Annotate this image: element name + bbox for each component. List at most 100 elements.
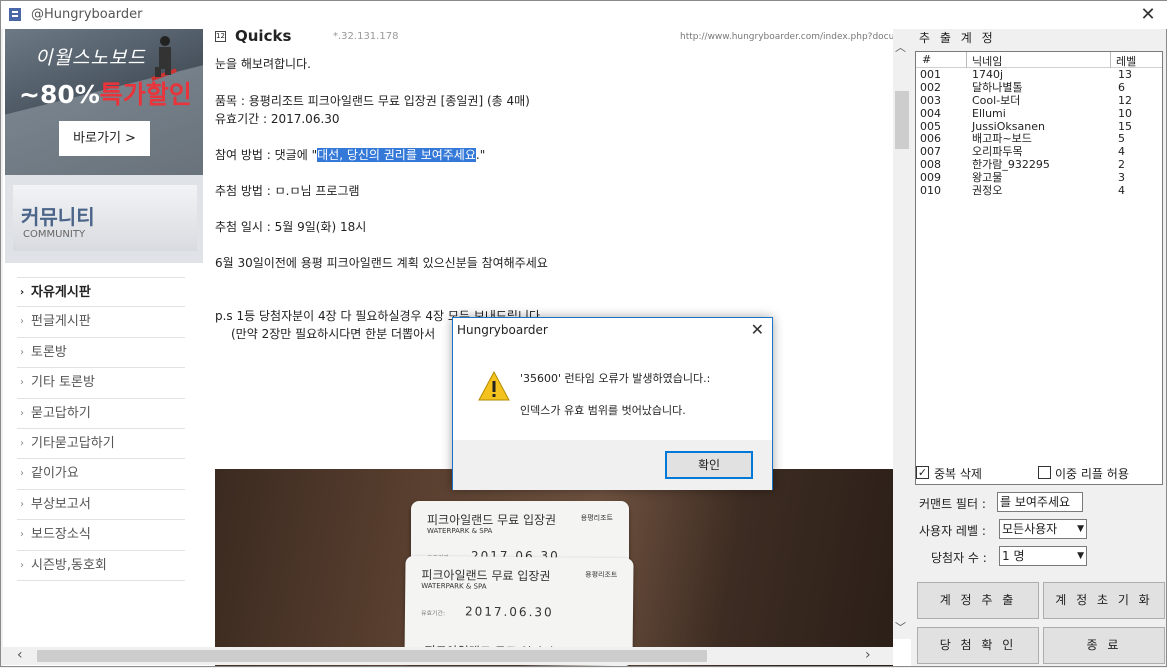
menu-item[interactable]: › 펀글게시판: [17, 307, 185, 338]
bullet-icon: ›: [20, 407, 24, 419]
menu-item[interactable]: › 자유게시판: [17, 277, 185, 308]
error-message: '35600' 런타임 오류가 발생하였습니다.:: [520, 372, 711, 385]
bullet-icon: ›: [20, 498, 24, 510]
board-menu: › 자유게시판 › 펀글게시판 › 토론방 › 기타 토론방 › 묻고답하기 › 기타묻고답…: [17, 277, 185, 581]
menu-item[interactable]: › 시즌방,동호회: [17, 551, 185, 581]
text-line: 품목 : 용평리조트 피크아일랜드 무료 입장권 [종일권] (총 4매): [215, 94, 530, 108]
scroll-right-icon[interactable]: ›: [865, 647, 871, 663]
text-line: (만약 2장만 필요하시다면 한분 더뽑아서: [231, 327, 436, 341]
browser-label: Quicks: [235, 29, 292, 45]
bullet-icon: ›: [20, 377, 24, 389]
banner-sale: 특가할인: [99, 80, 192, 109]
bullet-icon: ›: [20, 468, 24, 480]
list-rows: 001 1740j 13 002 달하나별톨 6 003 Cool-보더 12 004 Ell…: [916, 69, 1162, 198]
promo-banner[interactable]: 이월스노보드 ~80%특가할인 바로가기 >: [5, 29, 203, 175]
community-header: 커뮤니티 COMMUNITY: [5, 175, 203, 263]
error-detail: 인덱스가 유효 범위를 벗어났습니다.: [520, 404, 686, 417]
list-item[interactable]: 003 Cool-보더 12: [916, 94, 1162, 108]
bullet-icon: ›: [20, 346, 24, 358]
horizontal-scrollbar[interactable]: ‹ ›: [3, 647, 893, 665]
list-item[interactable]: 004 Ellumi 10: [916, 107, 1162, 121]
user-level-select[interactable]: 모든사용자 ▼: [999, 519, 1087, 539]
double-reply-label: 이중 리플 허용: [1055, 467, 1129, 481]
column-header[interactable]: 닉네임: [972, 53, 1002, 69]
close-icon[interactable]: ✕: [1138, 4, 1158, 25]
chevron-down-icon: ▼: [1077, 524, 1084, 534]
scroll-thumb[interactable]: [37, 650, 707, 662]
list-item[interactable]: 008 한가람_932295 2: [916, 159, 1162, 172]
menu-item[interactable]: › 기타 토론방: [17, 368, 185, 399]
text-line: 유효기간 : 2017.06.30: [215, 112, 340, 126]
chevron-down-icon: ▼: [1077, 551, 1084, 561]
panel-title: 추 출 계 정: [919, 31, 996, 45]
menu-item[interactable]: › 토론방: [17, 338, 185, 369]
column-divider: [966, 52, 967, 68]
confirm-winner-button[interactable]: 당 첨 확 인: [917, 627, 1039, 664]
close-icon[interactable]: ✕: [751, 320, 764, 339]
menu-item[interactable]: › 보드장소식: [17, 520, 185, 551]
selected-text[interactable]: 대선, 당신의 권리를 보여주세요: [317, 148, 476, 162]
community-subtitle: COMMUNITY: [23, 229, 86, 240]
post-url[interactable]: http://www.hungryboarder.com/index.php?d…: [680, 32, 893, 42]
app-window: @Hungryboarder ✕ 이월스노보드 ~80%특가할인 바로가기 > …: [0, 0, 1167, 667]
list-item[interactable]: 001 1740j 13: [916, 69, 1162, 82]
menu-item[interactable]: › 같이가요: [17, 459, 185, 490]
dedupe-label: 중복 삭제: [934, 467, 982, 481]
list-item[interactable]: 010 권정오 4: [916, 185, 1162, 198]
list-header: # 닉네임 레벨: [916, 52, 1162, 68]
dedupe-checkbox[interactable]: ✓: [916, 466, 929, 479]
banner-line2: ~80%특가할인: [19, 75, 192, 111]
scroll-down-icon[interactable]: ﹀: [895, 619, 906, 635]
bullet-icon: ›: [20, 559, 24, 571]
account-list[interactable]: # 닉네임 레벨 001 1740j 13 002 달하나별톨 6 003 Cool-보더…: [915, 51, 1163, 485]
double-reply-checkbox[interactable]: [1038, 466, 1051, 479]
bullet-icon: ›: [20, 529, 24, 541]
menu-item[interactable]: › 묻고답하기: [17, 399, 185, 429]
scroll-thumb[interactable]: [895, 91, 909, 149]
error-dialog: Hungryboarder ✕ '35600' 런타임 오류가 발생하였습니다.…: [452, 317, 773, 490]
bullet-icon: ›: [20, 437, 24, 449]
warning-icon: [478, 371, 510, 401]
ticket-photo: 피크아일랜드 무료 입장권 WATERPARK & SPA 용평리조트 유효기간…: [215, 469, 893, 666]
draw-panel: 추 출 계 정 # 닉네임 레벨 001 1740j 13 002 달하나별톨 6 00…: [913, 29, 1167, 668]
comment-filter-input[interactable]: 를 보여주세요: [997, 492, 1083, 512]
dialog-footer: 확인: [453, 440, 772, 490]
ok-button[interactable]: 확인: [665, 451, 753, 479]
title-bar: @Hungryboarder ✕: [1, 1, 1167, 29]
browser-version-icon: 12: [215, 31, 226, 42]
window-title: @Hungryboarder: [31, 7, 143, 22]
list-item[interactable]: 009 왕고물 3: [916, 172, 1162, 185]
community-title: 커뮤니티: [21, 205, 95, 229]
author-ip: *.32.131.178: [333, 31, 399, 42]
bullet-icon: ›: [20, 287, 25, 298]
reset-accounts-button[interactable]: 계 정 초 기 화: [1043, 582, 1165, 619]
list-item[interactable]: 005 JussiOksanen 15: [916, 120, 1162, 134]
dialog-title: Hungryboarder: [457, 323, 548, 337]
vertical-scrollbar[interactable]: ︿ ﹀: [893, 29, 911, 639]
winners-select[interactable]: 1 명 ▼: [999, 546, 1087, 566]
text-line: 참여 방법 : 댓글에 "대선, 당신의 권리를 보여주세요.": [215, 148, 486, 162]
menu-item[interactable]: › 기타묻고답하기: [17, 429, 185, 460]
scroll-up-icon[interactable]: ︿: [895, 39, 906, 55]
text-line: 추첨 일시 : 5월 9일(화) 18시: [215, 220, 367, 234]
list-item[interactable]: 006 배고파~보드 5: [916, 133, 1162, 146]
winners-label: 당첨자 수 :: [931, 551, 987, 565]
column-header[interactable]: 레벨: [1116, 53, 1136, 69]
scroll-left-icon[interactable]: ‹: [17, 647, 23, 663]
text-line: 추첨 방법 : ㅁ.ㅁ님 프로그램: [215, 184, 360, 198]
bullet-icon: ›: [20, 316, 24, 328]
banner-line1: 이월스노보드: [35, 47, 146, 69]
banner-go-button[interactable]: 바로가기 >: [59, 121, 150, 156]
text-line: 눈을 해보려합니다.: [215, 57, 311, 71]
comment-filter-label: 커맨트 필터 :: [919, 497, 986, 511]
exit-button[interactable]: 종 료: [1043, 627, 1165, 664]
banner-discount: ~80%: [19, 80, 100, 109]
user-level-label: 사용자 레벨 :: [919, 524, 986, 538]
text-line: 6월 30일이전에 용평 피크아일랜드 계획 있으신분들 참여해주세요: [215, 256, 548, 270]
extract-accounts-button[interactable]: 계 정 추 출: [917, 582, 1039, 619]
column-header[interactable]: #: [922, 53, 931, 66]
list-item[interactable]: 002 달하나별톨 6: [916, 81, 1162, 95]
menu-item[interactable]: › 부상보고서: [17, 490, 185, 521]
column-divider: [1110, 52, 1111, 68]
app-icon: [9, 8, 21, 21]
